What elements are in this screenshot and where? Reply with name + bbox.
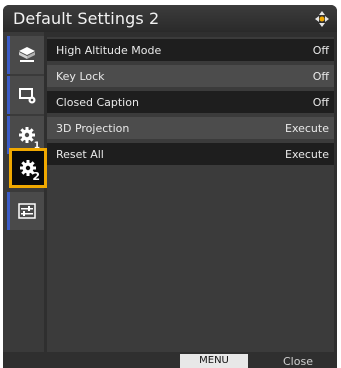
menu-item-label: Closed Caption — [56, 96, 139, 109]
menu-item-3d-projection[interactable]: 3D Projection Execute — [47, 117, 334, 139]
tab-image-settings[interactable] — [7, 36, 44, 74]
menu-item-value: Off — [312, 44, 329, 57]
menu-item-reset-all[interactable]: Reset All Execute — [47, 143, 334, 165]
menu-item-high-altitude-mode[interactable]: High Altitude Mode Off — [47, 39, 334, 61]
settings-list: High Altitude Mode Off Key Lock Off Clos… — [47, 37, 334, 352]
menu-item-label: Key Lock — [56, 70, 105, 83]
four-way-arrow-icon — [313, 10, 331, 28]
menu-item-value: Execute — [285, 122, 329, 135]
menu-item-key-lock[interactable]: Key Lock Off — [47, 65, 334, 87]
display-settings-icon — [17, 85, 37, 105]
sidebar: 1 2 — [3, 32, 47, 352]
title-bar: Default Settings 2 — [3, 5, 337, 32]
tab-display-settings[interactable] — [7, 76, 44, 114]
tab-settings-2[interactable]: 2 — [9, 148, 47, 188]
close-label: Close — [283, 355, 313, 368]
page-title: Default Settings 2 — [13, 9, 160, 28]
menu-item-value: Execute — [285, 148, 329, 161]
tab-sliders[interactable] — [7, 192, 44, 230]
menu-button[interactable]: MENU — [180, 354, 248, 368]
menu-item-closed-caption[interactable]: Closed Caption Off — [47, 91, 334, 113]
menu-item-label: 3D Projection — [56, 122, 130, 135]
menu-item-label: Reset All — [56, 148, 104, 161]
menu-item-value: Off — [312, 70, 329, 83]
tab-number: 2 — [32, 170, 40, 183]
menu-item-label: High Altitude Mode — [56, 44, 162, 57]
image-settings-icon — [17, 45, 37, 65]
menu-item-value: Off — [312, 96, 329, 109]
sliders-icon — [18, 203, 36, 219]
